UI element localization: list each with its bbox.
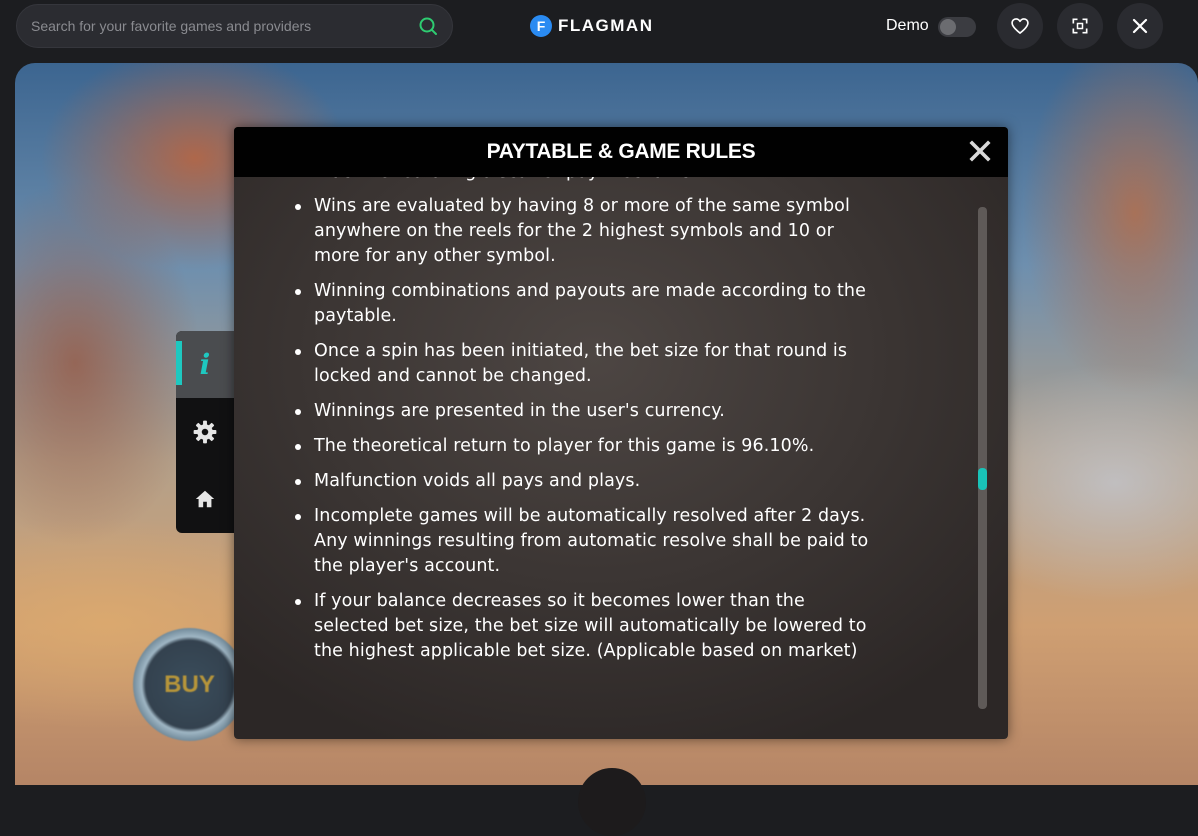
paytable-modal: PAYTABLE & GAME RULES machine featuring … bbox=[234, 127, 1008, 739]
rule-item: Incomplete games will be automatically r… bbox=[295, 504, 874, 579]
modal-header: PAYTABLE & GAME RULES bbox=[234, 127, 1008, 177]
search-input[interactable] bbox=[17, 17, 416, 35]
info-icon: i bbox=[199, 348, 211, 381]
modal-title: PAYTABLE & GAME RULES bbox=[486, 140, 756, 163]
rule-item: machine featuring a scatter pay mechanic… bbox=[314, 177, 874, 185]
brand-mark-icon: F bbox=[530, 15, 552, 37]
rules-list: machine featuring a scatter pay mechanic… bbox=[234, 177, 874, 674]
brand-logo[interactable]: F FLAGMAN bbox=[530, 15, 653, 37]
scrollbar-track[interactable] bbox=[978, 207, 987, 709]
rule-item: Malfunction voids all pays and plays. bbox=[295, 469, 874, 494]
side-menu-home[interactable] bbox=[176, 465, 234, 532]
demo-label: Demo bbox=[886, 17, 929, 34]
toggle-knob bbox=[940, 19, 956, 35]
scrollbar-thumb[interactable] bbox=[978, 468, 987, 490]
spin-button[interactable] bbox=[578, 768, 646, 836]
rule-item: Once a spin has been initiated, the bet … bbox=[295, 339, 874, 389]
buy-label: BUY bbox=[164, 670, 215, 698]
side-menu-info[interactable]: i bbox=[176, 331, 234, 398]
modal-close-button[interactable] bbox=[968, 139, 992, 163]
favorite-button[interactable] bbox=[997, 3, 1043, 49]
rule-item: If your balance decreases so it becomes … bbox=[295, 589, 874, 664]
heart-icon bbox=[1011, 18, 1029, 34]
close-icon bbox=[1132, 18, 1148, 34]
rule-item: Winning combinations and payouts are mad… bbox=[295, 279, 874, 329]
search-icon[interactable] bbox=[416, 14, 440, 38]
rule-item: Winnings are presented in the user's cur… bbox=[295, 399, 874, 424]
close-icon bbox=[969, 140, 991, 162]
rule-item: The theoretical return to player for thi… bbox=[295, 434, 874, 459]
fullscreen-icon bbox=[1072, 18, 1088, 34]
buy-feature-button[interactable]: BUY bbox=[133, 628, 246, 741]
home-icon bbox=[195, 490, 215, 507]
side-menu-settings[interactable] bbox=[176, 398, 234, 465]
side-menu: i bbox=[176, 331, 234, 533]
fullscreen-button[interactable] bbox=[1057, 3, 1103, 49]
rule-item: Wins are evaluated by having 8 or more o… bbox=[295, 194, 874, 269]
search-bar[interactable] bbox=[16, 4, 453, 48]
demo-toggle[interactable] bbox=[938, 17, 976, 37]
top-bar: F FLAGMAN Demo bbox=[0, 0, 1198, 56]
rules-scroll-area[interactable]: machine featuring a scatter pay mechanic… bbox=[234, 177, 979, 739]
gear-icon bbox=[193, 420, 217, 443]
close-game-button[interactable] bbox=[1117, 3, 1163, 49]
brand-name: FLAGMAN bbox=[558, 16, 654, 35]
